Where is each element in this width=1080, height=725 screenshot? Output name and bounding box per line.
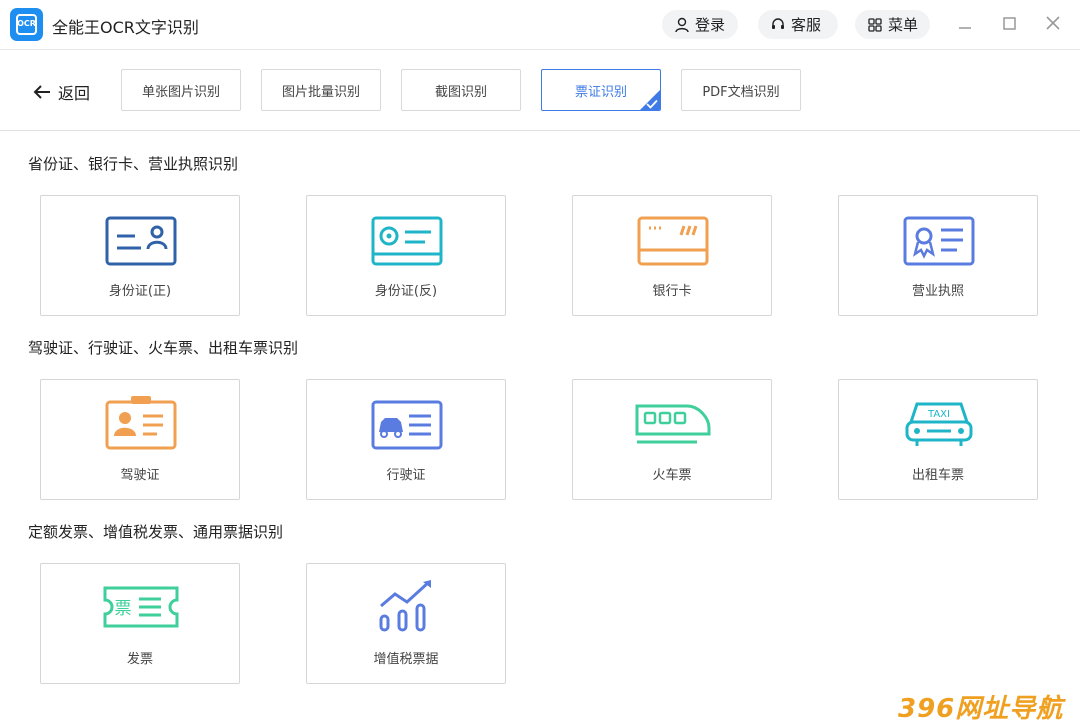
bank-card-icon — [637, 216, 709, 266]
card-label: 身份证(正) — [108, 284, 172, 299]
tab-screenshot[interactable]: 截图识别 — [401, 69, 521, 111]
menu-label: 菜单 — [888, 16, 919, 34]
invoice-text: 票 — [115, 599, 132, 619]
invoice-icon: 票 — [103, 586, 179, 628]
app-logo: OCR — [10, 8, 43, 41]
taxi-text: TAXI — [927, 409, 950, 420]
driver-license-icon — [105, 396, 177, 450]
minimize-icon[interactable] — [953, 12, 977, 36]
section-title: 省份证、银行卡、营业执照识别 — [28, 155, 239, 173]
tab-label: 单张图片识别 — [141, 84, 220, 100]
card-vehicle-license[interactable]: 行驶证 — [306, 379, 506, 500]
card-bank-card[interactable]: 银行卡 — [572, 195, 772, 316]
grid-menu-icon — [868, 17, 882, 32]
maximize-icon[interactable] — [997, 12, 1021, 36]
mode-toolbar: 返回 单张图片识别 图片批量识别 截图识别 票证识别 PDF文档识别 — [0, 50, 1080, 131]
app-title: 全能王OCR文字识别 — [52, 18, 199, 37]
card-label: 银行卡 — [652, 284, 692, 299]
vehicle-license-icon — [371, 400, 443, 450]
back-button[interactable]: 返回 — [32, 80, 90, 104]
card-label: 增值税票据 — [373, 652, 439, 667]
tab-pdf[interactable]: PDF文档识别 — [681, 69, 801, 111]
card-vat-invoice[interactable]: 增值税票据 — [306, 563, 506, 684]
title-bar: OCR 全能王OCR文字识别 登录 客服 菜单 — [0, 0, 1080, 50]
tab-certificate[interactable]: 票证识别 — [541, 69, 661, 111]
card-label: 出租车票 — [911, 468, 964, 483]
tab-label: PDF文档识别 — [702, 84, 780, 100]
card-id-back[interactable]: 身份证(反) — [306, 195, 506, 316]
card-label: 身份证(反) — [374, 284, 438, 299]
taxi-ticket-icon: TAXI — [905, 402, 973, 446]
check-icon — [646, 99, 658, 109]
service-button[interactable]: 客服 — [758, 10, 838, 39]
login-button[interactable]: 登录 — [662, 10, 738, 39]
train-ticket-icon — [635, 404, 711, 444]
id-card-front-icon — [105, 216, 177, 266]
business-license-icon — [903, 216, 975, 266]
watermark-text: 396网址导航 — [898, 694, 1064, 724]
card-train-ticket[interactable]: 火车票 — [572, 379, 772, 500]
card-label: 火车票 — [652, 468, 692, 483]
logo-text: OCR — [17, 19, 36, 28]
tab-label: 票证识别 — [574, 84, 627, 100]
menu-button[interactable]: 菜单 — [855, 10, 930, 39]
headset-icon — [772, 17, 784, 29]
card-driver-license[interactable]: 驾驶证 — [40, 379, 240, 500]
section-title: 定额发票、增值税发票、通用票据识别 — [28, 523, 284, 541]
vat-invoice-icon — [379, 580, 431, 632]
card-label: 发票 — [126, 652, 153, 667]
card-taxi-ticket[interactable]: TAXI 出租车票 — [838, 379, 1038, 500]
close-icon[interactable] — [1041, 12, 1065, 36]
tab-label: 图片批量识别 — [281, 84, 360, 100]
tab-batch-image[interactable]: 图片批量识别 — [261, 69, 381, 111]
login-label: 登录 — [695, 16, 726, 34]
section-title: 驾驶证、行驶证、火车票、出租车票识别 — [28, 339, 299, 357]
card-invoice[interactable]: 票 发票 — [40, 563, 240, 684]
id-card-back-icon — [371, 216, 443, 266]
card-business-license[interactable]: 营业执照 — [838, 195, 1038, 316]
tab-label: 截图识别 — [434, 84, 487, 100]
user-icon — [675, 17, 689, 32]
service-label: 客服 — [791, 16, 822, 34]
card-label: 营业执照 — [911, 284, 964, 299]
card-label: 行驶证 — [386, 468, 426, 483]
card-label: 驾驶证 — [120, 468, 160, 483]
arrow-left-icon — [33, 85, 50, 99]
card-id-front[interactable]: 身份证(正) — [40, 195, 240, 316]
back-label: 返回 — [58, 84, 91, 103]
tab-single-image[interactable]: 单张图片识别 — [121, 69, 241, 111]
